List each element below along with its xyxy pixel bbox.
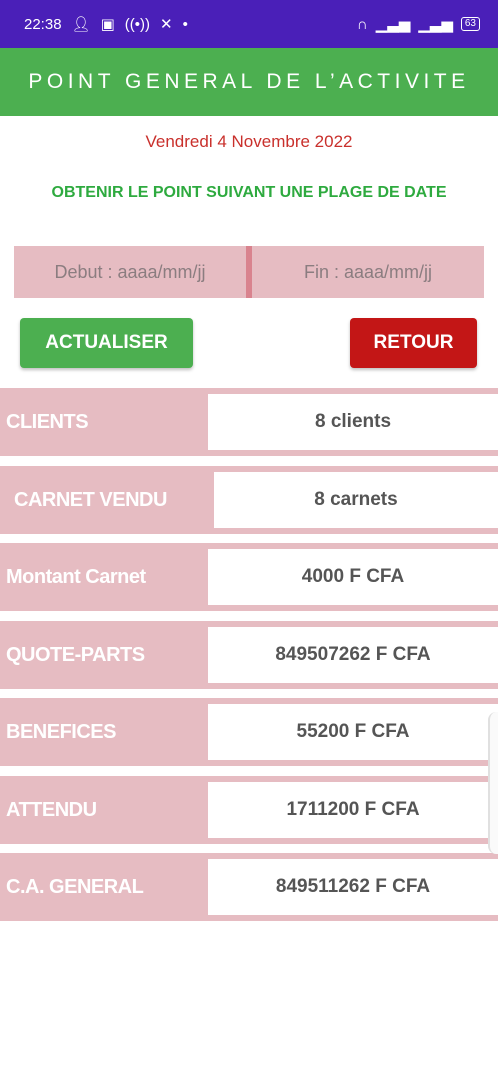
refresh-button[interactable]: ACTUALISER [20, 318, 193, 368]
stat-label: CLIENTS [6, 410, 89, 433]
stat-row-ca-general: C.A. GENERAL 849511262 F CFA [0, 853, 498, 921]
headset-icon: ∩ [356, 15, 368, 33]
status-time: 22:38 [24, 15, 62, 33]
person-add-icon: 👤︎ [71, 15, 91, 33]
battery-icon: 63 [460, 17, 480, 31]
back-button[interactable]: RETOUR [350, 318, 477, 368]
start-date-input[interactable] [14, 246, 246, 298]
status-bar: 22:38 👤︎ ▣ ((•)) ✕ • ∩ ▁▃▅ ▁▃▅ 63 [0, 0, 498, 48]
stat-value: 55200 F CFA [208, 704, 498, 760]
signal-icon: ▁▃▅ [375, 15, 411, 33]
stat-label: BENEFICES [6, 720, 116, 743]
stat-value: 1711200 F CFA [208, 782, 498, 838]
x-icon: ✕ [160, 15, 173, 33]
hotspot-icon: ((•)) [124, 15, 151, 33]
stat-value: 849507262 F CFA [208, 627, 498, 683]
date-range-inputs [14, 246, 484, 298]
stat-value: 8 clients [208, 394, 498, 450]
stat-row-quote-parts: QUOTE-PARTS 849507262 F CFA [0, 621, 498, 689]
signal-icon: ▁▃▅ [418, 15, 453, 33]
page-title: POINT GENERAL DE L’ACTIVITE [28, 70, 470, 93]
gamepad-icon: ▣ [100, 15, 115, 33]
dot-icon: • [182, 15, 188, 33]
stat-value: 8 carnets [214, 472, 498, 528]
battery-level: 63 [464, 18, 476, 29]
stat-value: 849511262 F CFA [208, 859, 498, 915]
stat-row-benefices: BENEFICES 55200 F CFA [0, 698, 498, 766]
stat-label: CARNET VENDU [14, 488, 167, 511]
stat-row-attendu: ATTENDU 1711200 F CFA [0, 776, 498, 844]
stat-row-montant-carnet: Montant Carnet 4000 F CFA [0, 543, 498, 611]
stat-row-clients: CLIENTS 8 clients [0, 388, 498, 456]
current-date: Vendredi 4 Novembre 2022 [145, 132, 353, 151]
app-bar: POINT GENERAL DE L’ACTIVITE [0, 48, 498, 116]
stat-label: QUOTE-PARTS [6, 643, 145, 666]
stat-row-carnet-vendu: CARNET VENDU 8 carnets [0, 466, 498, 534]
stat-label: C.A. GENERAL [6, 875, 144, 898]
stat-label: Montant Carnet [6, 565, 146, 588]
edge-panel-handle[interactable] [488, 712, 498, 854]
end-date-input[interactable] [252, 246, 484, 298]
date-range-instruction: OBTENIR LE POINT SUIVANT UNE PLAGE DE DA… [51, 184, 447, 201]
stat-label: ATTENDU [6, 798, 97, 821]
stat-value: 4000 F CFA [208, 549, 498, 605]
